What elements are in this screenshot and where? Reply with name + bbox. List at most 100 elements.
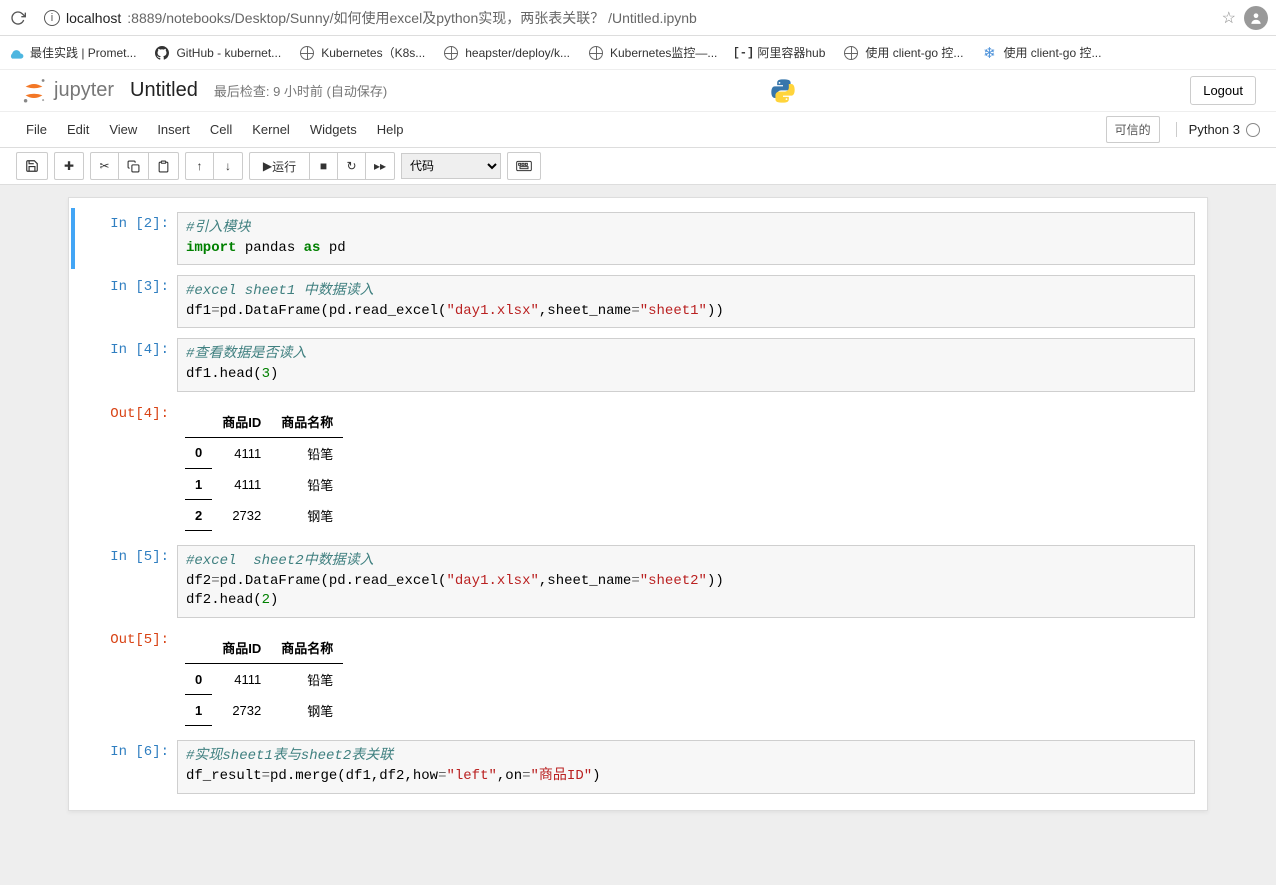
celltype-select[interactable]: 代码 bbox=[401, 153, 501, 179]
output-prompt: Out[4]: bbox=[81, 402, 177, 536]
bookmark-item[interactable]: GitHub - kubernet... bbox=[154, 45, 281, 61]
bookmarks-bar: 最佳实践 | Promet... GitHub - kubernet... Kube… bbox=[0, 36, 1276, 70]
bookmark-label: 使用 client-go 控... bbox=[865, 44, 963, 61]
table-cell: 4111 bbox=[212, 437, 271, 469]
globe-icon bbox=[843, 45, 859, 61]
move-down-button[interactable]: ↓ bbox=[214, 153, 242, 179]
reload-icon[interactable] bbox=[8, 8, 28, 28]
menu-edit[interactable]: Edit bbox=[57, 116, 99, 143]
code-input[interactable]: #实现sheet1表与sheet2表关联 df_result=pd.merge(… bbox=[177, 740, 1195, 793]
checkpoint-text: 最后检查: 9 小时前 (自动保存) bbox=[214, 81, 387, 100]
bookmark-label: Kubernetes监控—... bbox=[610, 44, 717, 61]
copy-button[interactable] bbox=[119, 153, 149, 179]
bookmark-label: 最佳实践 | Promet... bbox=[30, 44, 136, 61]
code-input[interactable]: #查看数据是否读入 df1.head(3) bbox=[177, 338, 1195, 391]
output-table: 商品ID商品名称04111铅笔14111铅笔22732钢笔 bbox=[185, 406, 343, 532]
table-row: 12732钢笔 bbox=[185, 695, 343, 726]
ali-icon: [-] bbox=[735, 45, 751, 61]
cloud-icon bbox=[8, 45, 24, 61]
notebook-container: In [2]:#引入模块 import pandas as pdIn [3]:#… bbox=[0, 185, 1276, 885]
input-prompt: In [5]: bbox=[81, 545, 177, 618]
menubar: FileEditViewInsertCellKernelWidgetsHelp … bbox=[0, 111, 1276, 148]
bookmark-item[interactable]: Kubernetes监控—... bbox=[588, 44, 717, 61]
table-cell: 钢笔 bbox=[271, 500, 343, 531]
output-cell: Out[4]:商品ID商品名称04111铅笔14111铅笔22732钢笔 bbox=[75, 398, 1201, 540]
table-row: 04111铅笔 bbox=[185, 663, 343, 695]
notebook-title[interactable]: Untitled bbox=[130, 79, 198, 102]
github-icon bbox=[154, 45, 170, 61]
input-prompt: In [4]: bbox=[81, 338, 177, 391]
python-logo-icon bbox=[769, 77, 797, 105]
globe-icon bbox=[588, 45, 604, 61]
interrupt-button[interactable]: ■ bbox=[310, 153, 338, 179]
cut-button[interactable]: ✂ bbox=[91, 153, 119, 179]
toolbar: ✚ ✂ ↑ ↓ ▶ 运行 ■ ↻ ▸▸ 代码 bbox=[0, 148, 1276, 185]
table-header: 商品名称 bbox=[271, 632, 343, 664]
logout-button[interactable]: Logout bbox=[1190, 76, 1256, 105]
table-cell: 铅笔 bbox=[271, 469, 343, 500]
bookmark-item[interactable]: ❄使用 client-go 控... bbox=[981, 44, 1101, 61]
menu-widgets[interactable]: Widgets bbox=[300, 116, 367, 143]
user-avatar-icon[interactable] bbox=[1244, 6, 1268, 30]
notebook: In [2]:#引入模块 import pandas as pdIn [3]:#… bbox=[68, 197, 1208, 811]
input-prompt: In [3]: bbox=[81, 275, 177, 328]
table-cell: 2732 bbox=[212, 695, 271, 726]
globe-icon bbox=[299, 45, 315, 61]
menu-cell[interactable]: Cell bbox=[200, 116, 242, 143]
trusted-indicator[interactable]: 可信的 bbox=[1106, 116, 1160, 143]
bookmark-item[interactable]: 最佳实践 | Promet... bbox=[8, 44, 136, 61]
menu-help[interactable]: Help bbox=[367, 116, 414, 143]
menu-kernel[interactable]: Kernel bbox=[242, 116, 300, 143]
code-cell[interactable]: In [3]:#excel sheet1 中数据读入 df1=pd.DataFr… bbox=[75, 271, 1201, 332]
paste-button[interactable] bbox=[149, 153, 178, 179]
code-cell[interactable]: In [4]:#查看数据是否读入 df1.head(3) bbox=[75, 334, 1201, 395]
code-cell[interactable]: In [2]:#引入模块 import pandas as pd bbox=[71, 208, 1201, 269]
table-cell: 2732 bbox=[212, 500, 271, 531]
table-cell: 铅笔 bbox=[271, 437, 343, 469]
save-button[interactable] bbox=[17, 153, 47, 179]
restart-run-all-button[interactable]: ▸▸ bbox=[366, 153, 394, 179]
site-info-icon[interactable]: i bbox=[44, 10, 60, 26]
menu-file[interactable]: File bbox=[16, 116, 57, 143]
move-up-button[interactable]: ↑ bbox=[186, 153, 214, 179]
bookmark-label: Kubernetes（K8s... bbox=[321, 44, 425, 61]
bookmark-star-icon[interactable]: ☆ bbox=[1222, 8, 1236, 28]
bookmark-item[interactable]: Kubernetes（K8s... bbox=[299, 44, 425, 61]
code-input[interactable]: #excel sheet1 中数据读入 df1=pd.DataFrame(pd.… bbox=[177, 275, 1195, 328]
code-input[interactable]: #excel sheet2中数据读入 df2=pd.DataFrame(pd.r… bbox=[177, 545, 1195, 618]
table-cell: 4111 bbox=[212, 663, 271, 695]
bookmark-label: heapster/deploy/k... bbox=[465, 46, 570, 60]
table-row: 22732钢笔 bbox=[185, 500, 343, 531]
output-table: 商品ID商品名称04111铅笔12732钢笔 bbox=[185, 632, 343, 727]
input-prompt: In [2]: bbox=[81, 212, 177, 265]
command-palette-button[interactable] bbox=[508, 153, 540, 179]
table-cell: 4111 bbox=[212, 469, 271, 500]
table-header: 商品ID bbox=[212, 632, 271, 664]
menu-view[interactable]: View bbox=[99, 116, 147, 143]
bookmark-label: 阿里容器hub bbox=[757, 44, 825, 61]
menu-insert[interactable]: Insert bbox=[147, 116, 200, 143]
table-row: 04111铅笔 bbox=[185, 437, 343, 469]
kernel-name-text: Python 3 bbox=[1189, 122, 1240, 137]
url-bar[interactable]: i localhost :8889/notebooks/Desktop/Sunny… bbox=[36, 4, 1214, 32]
output-prompt: Out[5]: bbox=[81, 628, 177, 731]
kernel-indicator[interactable]: Python 3 bbox=[1176, 122, 1260, 137]
restart-button[interactable]: ↻ bbox=[338, 153, 366, 179]
jupyter-header: jupyter Untitled 最后检查: 9 小时前 (自动保存) Logo… bbox=[0, 70, 1276, 111]
bookmark-item[interactable]: 使用 client-go 控... bbox=[843, 44, 963, 61]
bookmark-item[interactable]: [-] 阿里容器hub bbox=[735, 44, 825, 61]
url-path: :8889/notebooks/Desktop/Sunny/如何使用excel及… bbox=[127, 8, 697, 28]
url-host: localhost bbox=[66, 10, 121, 26]
add-cell-button[interactable]: ✚ bbox=[55, 153, 83, 179]
code-cell[interactable]: In [5]:#excel sheet2中数据读入 df2=pd.DataFra… bbox=[75, 541, 1201, 622]
snowflake-icon: ❄ bbox=[981, 45, 997, 61]
input-prompt: In [6]: bbox=[81, 740, 177, 793]
kernel-status-icon bbox=[1246, 123, 1260, 137]
code-cell[interactable]: In [6]:#实现sheet1表与sheet2表关联 df_result=pd… bbox=[75, 736, 1201, 797]
code-input[interactable]: #引入模块 import pandas as pd bbox=[177, 212, 1195, 265]
run-button[interactable]: ▶ 运行 bbox=[250, 153, 310, 179]
bookmark-item[interactable]: heapster/deploy/k... bbox=[443, 45, 570, 61]
table-cell: 钢笔 bbox=[271, 695, 343, 726]
bookmark-label: GitHub - kubernet... bbox=[176, 46, 281, 60]
jupyter-logo[interactable]: jupyter bbox=[20, 77, 114, 105]
